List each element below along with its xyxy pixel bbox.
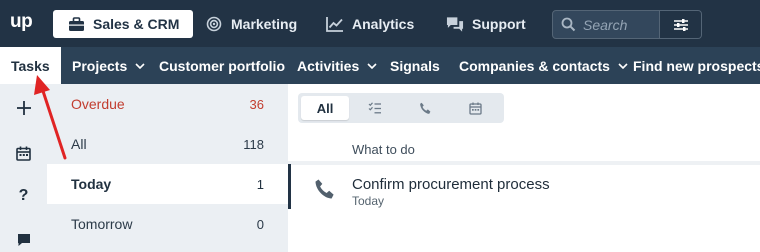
checklist-icon[interactable] <box>351 96 399 120</box>
filter-overdue[interactable]: Overdue 36 <box>47 84 288 124</box>
type-filter-all[interactable]: All <box>301 96 349 120</box>
sub-nav-label: Activities <box>297 57 360 74</box>
filter-count: 0 <box>256 216 264 232</box>
task-selected-indicator <box>288 164 291 209</box>
column-header-what-to-do: What to do <box>352 142 415 157</box>
tab-support[interactable]: Support <box>446 10 526 38</box>
calendar-icon[interactable] <box>451 96 499 120</box>
chart-line-icon <box>326 15 344 33</box>
sub-nav-label: Tasks <box>11 57 50 74</box>
sub-nav-signals[interactable]: Signals <box>390 47 440 84</box>
left-rail: ? <box>0 84 47 252</box>
filter-label: Tomorrow <box>71 216 133 232</box>
sub-nav-companies-contacts[interactable]: Companies & contacts <box>459 47 628 84</box>
sub-nav-label: Projects <box>72 57 128 74</box>
task-type-filter: All <box>298 93 504 123</box>
tab-sales-crm[interactable]: Sales & CRM <box>53 10 194 38</box>
phone-icon[interactable] <box>401 96 449 120</box>
filter-label: All <box>71 136 87 152</box>
phone-icon <box>314 178 336 205</box>
task-row[interactable]: Confirm procurement process Today <box>288 164 760 212</box>
task-due: Today <box>352 194 385 208</box>
chat-bubbles-icon <box>446 15 464 33</box>
sub-nav-label: Companies & contacts <box>459 57 610 74</box>
filter-count: 118 <box>243 136 264 152</box>
top-bar: up Sales & CRM Marketing Analytics Suppo… <box>0 0 760 47</box>
filter-today[interactable]: Today 1 <box>47 164 288 204</box>
task-title[interactable]: Confirm procurement process <box>352 176 550 193</box>
filter-all[interactable]: All 118 <box>47 124 288 164</box>
chevron-down-icon <box>618 62 628 69</box>
briefcase-icon <box>67 15 85 33</box>
chevron-down-icon <box>367 62 377 69</box>
search-placeholder[interactable]: Search <box>583 17 627 33</box>
chevron-down-icon <box>135 62 145 69</box>
sub-nav-projects[interactable]: Projects <box>72 47 145 84</box>
search-box[interactable]: Search <box>552 10 702 39</box>
tab-label: Analytics <box>352 16 415 32</box>
sub-nav-find-new-prospects[interactable]: Find new prospects <box>633 47 760 84</box>
filter-tomorrow[interactable]: Tomorrow 0 <box>47 204 288 244</box>
target-icon <box>205 15 223 33</box>
filter-count: 36 <box>249 96 264 112</box>
search-icon <box>561 17 576 37</box>
sub-nav-label: Signals <box>390 57 440 74</box>
tab-marketing[interactable]: Marketing <box>205 10 297 38</box>
sub-nav-label: Find new prospects <box>633 57 760 74</box>
sub-nav-activities[interactable]: Activities <box>297 47 377 84</box>
sub-nav: Tasks Projects Customer portfolio Activi… <box>0 47 760 84</box>
tab-label: Marketing <box>231 16 298 32</box>
tab-analytics[interactable]: Analytics <box>326 10 414 38</box>
filter-label: Today <box>71 176 112 192</box>
sub-nav-customer-portfolio[interactable]: Customer portfolio <box>159 47 285 84</box>
chat-icon[interactable] <box>0 228 47 252</box>
tab-label: Sales & CRM <box>93 16 180 32</box>
app-logo[interactable]: up <box>10 11 33 33</box>
task-panel: All What to do Confirm procurement proce… <box>288 84 760 252</box>
plus-icon[interactable] <box>0 96 47 120</box>
task-filter-list: Overdue 36 All 118 Today 1 Tomorrow 0 <box>47 84 288 252</box>
sub-nav-label: Customer portfolio <box>159 57 285 74</box>
sliders-icon[interactable] <box>659 11 701 38</box>
help-icon[interactable]: ? <box>0 184 47 208</box>
filter-label: Overdue <box>71 96 125 112</box>
tab-label: Support <box>472 16 526 32</box>
calendar-icon[interactable] <box>0 141 47 165</box>
sub-nav-tasks[interactable]: Tasks <box>0 47 61 84</box>
filter-count: 1 <box>256 176 264 192</box>
